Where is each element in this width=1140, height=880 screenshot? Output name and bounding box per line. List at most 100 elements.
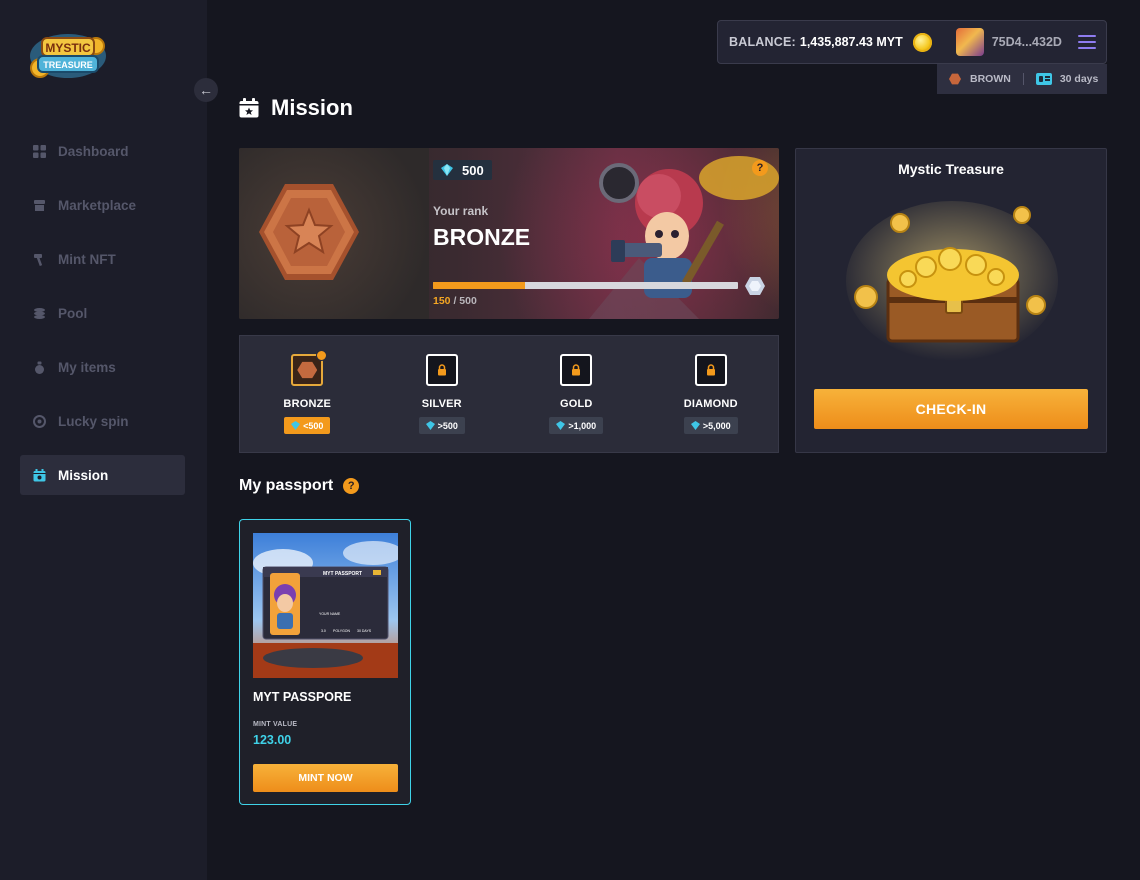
mint-value: 123.00 bbox=[253, 733, 292, 747]
rank-label: BROWN bbox=[970, 73, 1011, 85]
progress-max: 500 bbox=[459, 295, 477, 307]
passport-image-days: 30 DAYS bbox=[357, 629, 372, 633]
diamond-tier-box bbox=[694, 354, 727, 386]
passport-image-chain: POLYGON bbox=[333, 629, 351, 633]
bag-icon bbox=[32, 360, 46, 374]
tier-requirement-value: <500 bbox=[303, 420, 324, 431]
mint-now-button[interactable]: MINT NOW bbox=[253, 764, 398, 792]
passport-section-title: My passport bbox=[239, 477, 334, 494]
balance-label: BALANCE: bbox=[729, 35, 796, 49]
sidebar-item-dashboard[interactable]: Dashboard bbox=[20, 131, 185, 171]
tier-requirement-value: >1,000 bbox=[568, 420, 597, 431]
spin-icon bbox=[32, 414, 46, 428]
sidebar-item-label: Pool bbox=[58, 305, 88, 321]
progress-separator: / bbox=[450, 295, 460, 307]
gem-count: 500 bbox=[462, 162, 484, 178]
tier-name: SILVER bbox=[421, 398, 462, 410]
treasure-card: Mystic Treasure CHECK-IN bbox=[795, 148, 1107, 453]
tier-requirement: <500 bbox=[284, 417, 331, 434]
tier-gold[interactable]: GOLD >1,000 bbox=[509, 336, 644, 452]
sidebar-item-mint-nft[interactable]: Mint NFT bbox=[20, 239, 185, 279]
sidebar-item-pool[interactable]: Pool bbox=[20, 293, 185, 333]
rank-hexagon-icon bbox=[949, 73, 961, 85]
logo-text-1: MYSTIC bbox=[45, 41, 91, 55]
rank-name: BRONZE bbox=[433, 224, 531, 250]
check-in-button[interactable]: CHECK-IN bbox=[814, 389, 1088, 429]
rank-tiers: BRONZE <500 SILVER >500 GOLD >1,000 DIAM… bbox=[239, 335, 779, 453]
logo-text-2: TREASURE bbox=[43, 60, 93, 70]
passport-image-version: 3.0 bbox=[321, 629, 326, 633]
sidebar-item-label: Lucky spin bbox=[58, 413, 129, 429]
treasure-chest-image bbox=[846, 201, 1058, 361]
app-logo[interactable]: MYSTIC TREASURE bbox=[28, 26, 108, 84]
tier-requirement-value: >5,000 bbox=[702, 420, 731, 431]
gem-icon bbox=[425, 421, 435, 430]
tier-requirement: >1,000 bbox=[549, 417, 604, 434]
id-card-icon bbox=[1035, 73, 1052, 85]
tier-diamond[interactable]: DIAMOND >5,000 bbox=[644, 336, 779, 452]
gem-count-badge: 500 bbox=[433, 160, 492, 180]
bronze-badge-icon bbox=[259, 184, 359, 280]
calendar-star-icon bbox=[239, 98, 259, 118]
rank-card: 500 ? Your rank BRONZE 150 / 500 bbox=[239, 148, 779, 319]
tier-requirement: >5,000 bbox=[683, 417, 738, 434]
tier-name: DIAMOND bbox=[683, 398, 738, 410]
page-title: Mission bbox=[271, 95, 353, 120]
tier-bronze[interactable]: BRONZE <500 bbox=[240, 336, 375, 452]
sidebar-item-label: Mission bbox=[58, 467, 109, 483]
sidebar-item-lucky-spin[interactable]: Lucky spin bbox=[20, 401, 185, 441]
passport-card[interactable]: MYT PASSPORT YOUR NAME 3.0 POLYGON 30 DA… bbox=[239, 519, 411, 805]
menu-icon[interactable] bbox=[1078, 35, 1096, 49]
grid-icon bbox=[32, 144, 46, 158]
sidebar-item-my-items[interactable]: My items bbox=[20, 347, 185, 387]
silver-tier-box bbox=[425, 354, 458, 386]
sidebar-item-label: Marketplace bbox=[58, 197, 137, 213]
gold-tier-box bbox=[560, 354, 593, 386]
lock-icon bbox=[572, 364, 581, 376]
sidebar: MYSTIC TREASURE ← Dashboard Marketplace … bbox=[0, 0, 218, 880]
bronze-tier-icon bbox=[291, 350, 328, 386]
lock-icon bbox=[706, 364, 715, 376]
sidebar-item-marketplace[interactable]: Marketplace bbox=[20, 185, 185, 225]
tier-requirement: >500 bbox=[418, 417, 465, 434]
tier-silver[interactable]: SILVER >500 bbox=[375, 336, 510, 452]
passport-image-name: YOUR NAME bbox=[319, 612, 341, 616]
collapse-sidebar-button[interactable]: ← bbox=[194, 78, 218, 102]
sidebar-nav: Dashboard Marketplace Mint NFT Pool My i… bbox=[20, 131, 185, 509]
passport-section-header: My passport ? bbox=[239, 477, 360, 495]
gem-icon bbox=[690, 421, 700, 430]
sidebar-item-mission[interactable]: Mission bbox=[20, 455, 185, 495]
balance-value: 1,435,887.43 MYT bbox=[799, 35, 903, 49]
wallet-address[interactable]: 75D4...432D bbox=[992, 35, 1062, 49]
passport-image-title: MYT PASSPORT bbox=[323, 571, 362, 577]
passport-name: MYT PASSPORE bbox=[253, 690, 352, 704]
help-icon[interactable]: ? bbox=[343, 478, 360, 494]
coin-icon bbox=[912, 32, 932, 52]
sidebar-item-label: Mint NFT bbox=[58, 251, 116, 267]
arrow-left-icon: ← bbox=[199, 82, 213, 98]
tier-name: GOLD bbox=[559, 398, 593, 410]
divider bbox=[1022, 73, 1024, 85]
lock-icon bbox=[437, 364, 446, 376]
passport-image: MYT PASSPORT YOUR NAME 3.0 POLYGON 30 DA… bbox=[253, 533, 398, 678]
store-icon bbox=[32, 198, 46, 212]
gem-icon bbox=[556, 421, 566, 430]
help-icon[interactable]: ? bbox=[752, 160, 768, 176]
wallet-bar: BALANCE: 1,435,887.43 MYT 75D4...432D bbox=[717, 20, 1107, 64]
avatar[interactable] bbox=[955, 28, 984, 56]
check-badge-icon bbox=[316, 350, 328, 361]
diamond-rank-icon bbox=[745, 277, 765, 295]
tier-name: BRONZE bbox=[283, 398, 332, 410]
page-header: Mission bbox=[239, 95, 353, 121]
gem-icon bbox=[441, 164, 453, 176]
progress-current: 150 bbox=[433, 295, 451, 307]
account-status-bar: BROWN 30 days bbox=[937, 64, 1107, 94]
mint-value-label: MINT VALUE bbox=[253, 721, 298, 728]
sidebar-item-label: My items bbox=[58, 359, 116, 375]
rank-badge-panel bbox=[239, 148, 429, 319]
days-label: 30 days bbox=[1059, 73, 1099, 85]
rank-progress-text: 150 / 500 bbox=[433, 295, 477, 307]
your-rank-label: Your rank bbox=[433, 204, 489, 218]
tier-requirement-value: >500 bbox=[437, 420, 458, 431]
rank-progress-fill bbox=[433, 282, 525, 289]
